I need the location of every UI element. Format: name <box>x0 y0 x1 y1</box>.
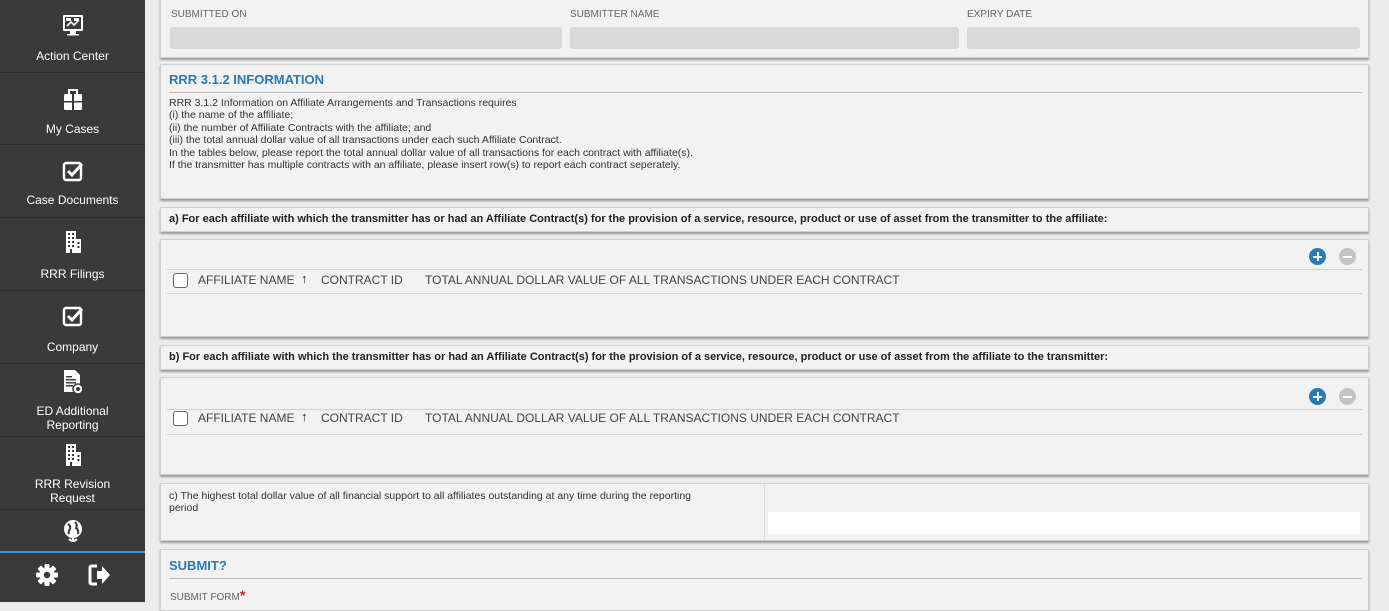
sidebar-item-action-center[interactable]: Action Center <box>0 0 145 73</box>
sort-ascending-icon[interactable]: ↑ <box>301 271 308 286</box>
column-header-contract-id[interactable]: CONTRACT ID <box>321 411 403 425</box>
submit-form-label: SUBMIT FORM* <box>170 587 245 603</box>
column-header-contract-id[interactable]: CONTRACT ID <box>321 273 403 287</box>
globe-icon <box>0 519 145 543</box>
add-row-button[interactable] <box>1309 388 1326 405</box>
submitted-on-field <box>170 27 562 49</box>
submitted-on-label: SUBMITTED ON <box>171 9 247 20</box>
info-line: (i) the name of the affiliate; <box>169 109 294 122</box>
rrr-info-panel: RRR 3.1.2 INFORMATION RRR 3.1.2 Informat… <box>160 64 1369 199</box>
table-header-top-rule <box>167 409 1362 410</box>
sidebar-item-label: Case Documents <box>26 193 119 207</box>
sidebar-item-label: Action Center <box>36 49 109 63</box>
question-line: period <box>169 502 199 515</box>
required-marker: * <box>239 587 246 603</box>
submit-form-label-text: SUBMIT FORM <box>170 592 240 603</box>
table-header-top-rule <box>167 269 1362 270</box>
action-center-icon <box>0 14 145 36</box>
sidebar-item-rrr-filings[interactable]: RRR Filings <box>0 218 145 291</box>
expiry-date-field <box>967 27 1360 49</box>
section-title: RRR 3.1.2 INFORMATION <box>169 72 325 87</box>
building-icon <box>0 443 145 467</box>
sidebar-item-case-documents[interactable]: Case Documents <box>0 145 145 218</box>
info-line: If the transmitter has multiple contract… <box>169 159 681 172</box>
sidebar: Action Center My Cases Case Documents RR… <box>0 0 145 602</box>
section-a-heading: a) For each affiliate with which the tra… <box>169 213 1108 225</box>
select-all-checkbox[interactable] <box>173 273 188 288</box>
report-icon <box>0 369 145 395</box>
sidebar-item-ed-additional-reporting[interactable]: ED Additional Reporting <box>0 364 145 437</box>
section-a-header: a) For each affiliate with which the tra… <box>160 207 1369 232</box>
sidebar-footer <box>0 551 145 602</box>
section-title: SUBMIT? <box>169 558 227 573</box>
table-header-bottom-rule <box>167 434 1362 435</box>
column-header-total-annual-value[interactable]: TOTAL ANNUAL DOLLAR VALUE OF ALL TRANSAC… <box>425 273 900 287</box>
sidebar-item-my-cases[interactable]: My Cases <box>0 73 145 145</box>
column-header-total-annual-value[interactable]: TOTAL ANNUAL DOLLAR VALUE OF ALL TRANSAC… <box>425 411 900 425</box>
gear-icon[interactable] <box>35 563 59 592</box>
logout-icon[interactable] <box>88 563 112 592</box>
expiry-date-label: EXPIRY DATE <box>967 9 1033 20</box>
sidebar-item-label: ED Additional <box>36 404 109 418</box>
sort-ascending-icon[interactable]: ↑ <box>301 409 308 424</box>
divider <box>169 578 1362 579</box>
section-b-heading: b) For each affiliate with which the tra… <box>169 351 1109 363</box>
sidebar-item-label: RRR Filings <box>40 267 105 281</box>
sidebar-item-globe[interactable] <box>0 510 145 551</box>
sidebar-item-label: Request <box>50 491 95 505</box>
column-header-affiliate-name[interactable]: AFFILIATE NAME <box>198 411 294 425</box>
divider <box>169 92 1362 93</box>
section-b-header: b) For each affiliate with which the tra… <box>160 345 1369 370</box>
submitter-name-field <box>570 27 959 49</box>
table-header-bottom-rule <box>167 293 1362 294</box>
checkbox-icon <box>0 160 145 182</box>
section-c-question: c) The highest total dollar value of all… <box>169 490 691 515</box>
submission-info-panel: SUBMITTED ON SUBMITTER NAME EXPIRY DATE <box>160 0 1369 58</box>
info-text: RRR 3.1.2 Information on Affiliate Arran… <box>169 97 693 171</box>
select-all-checkbox[interactable] <box>173 411 188 426</box>
add-row-button[interactable] <box>1309 248 1326 265</box>
sidebar-item-label: My Cases <box>45 122 100 136</box>
sidebar-item-label: RRR Revision <box>34 477 111 491</box>
sidebar-item-label: Reporting <box>46 418 99 432</box>
column-header-affiliate-name[interactable]: AFFILIATE NAME <box>198 273 294 287</box>
building-icon <box>0 230 145 254</box>
info-line: (ii) the number of Affiliate Contracts w… <box>169 121 432 134</box>
remove-row-button[interactable] <box>1339 388 1356 405</box>
briefcase-icon <box>0 89 145 111</box>
submitter-name-label: SUBMITTER NAME <box>570 9 660 20</box>
sidebar-item-label: Company <box>46 340 99 354</box>
divider <box>764 484 765 540</box>
section-c-panel: c) The highest total dollar value of all… <box>160 483 1369 541</box>
sidebar-item-company[interactable]: Company <box>0 291 145 364</box>
section-b-table: AFFILIATE NAME ↑ CONTRACT ID TOTAL ANNUA… <box>160 377 1369 475</box>
question-line: c) The highest total dollar value of all… <box>169 490 692 502</box>
info-line: (iii) the total annual dollar value of a… <box>169 134 562 147</box>
remove-row-button[interactable] <box>1339 248 1356 265</box>
info-line: RRR 3.1.2 Information on Affiliate Arran… <box>169 97 517 109</box>
submit-panel: SUBMIT? SUBMIT FORM* <box>160 549 1369 611</box>
section-a-table: AFFILIATE NAME ↑ CONTRACT ID TOTAL ANNUA… <box>160 239 1369 337</box>
info-line: In the tables below, please report the t… <box>169 146 693 159</box>
checkbox-icon <box>0 305 145 327</box>
highest-financial-support-input[interactable] <box>768 512 1360 534</box>
sidebar-item-rrr-revision-request[interactable]: RRR Revision Request <box>0 437 145 510</box>
